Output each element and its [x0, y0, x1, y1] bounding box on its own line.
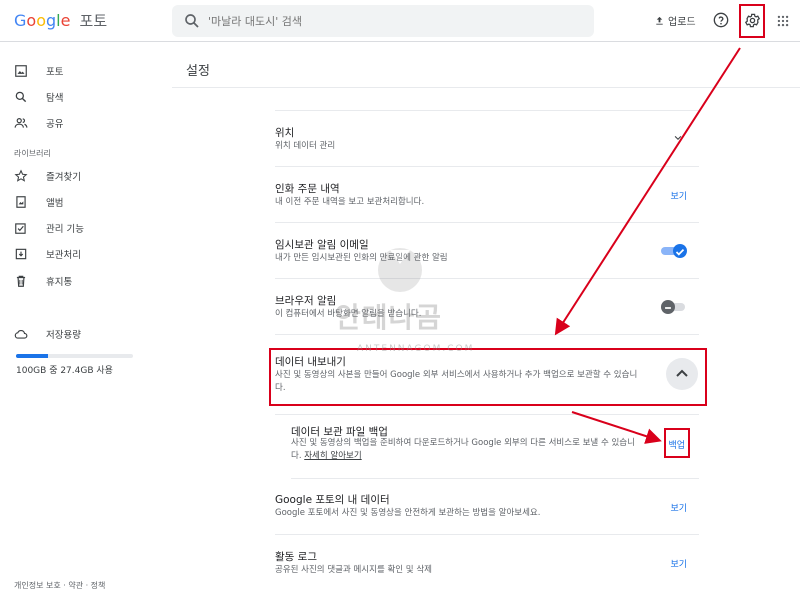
checklist-icon — [15, 223, 26, 234]
check-icon — [675, 249, 685, 256]
sidebar-item-label: 관리 기능 — [46, 224, 84, 235]
scrolled-row — [275, 88, 699, 111]
sidebar-item-label: 즐겨찾기 — [46, 172, 81, 183]
annotation-box-backup — [664, 428, 690, 458]
search-input[interactable] — [208, 11, 568, 31]
settings-row-backup: 데이터 보관 파일 백업 사진 및 동영상의 백업을 준비하여 다운로드하거나 … — [291, 415, 699, 479]
photo-icon — [15, 65, 27, 77]
cloud-icon — [14, 330, 28, 339]
logo-letter: e — [60, 11, 71, 30]
search-icon — [185, 14, 199, 28]
row-description: 내가 만든 임시보관된 인화의 만료일에 관한 알림 — [275, 253, 448, 263]
temp-email-toggle[interactable] — [661, 244, 687, 258]
row-title: 브라우저 알림 — [275, 295, 337, 307]
sidebar-item-photos[interactable]: 포토 — [0, 59, 160, 83]
settings-row-my-data: Google 포토의 내 데이터 Google 포토에서 사진 및 동영상을 안… — [275, 479, 699, 535]
logo-letter: g — [46, 11, 57, 30]
sidebar-item-label: 앨범 — [46, 198, 64, 209]
sidebar-item-storage[interactable]: 저장용량 — [0, 322, 160, 346]
upload-icon — [656, 16, 663, 25]
storage-usage-text: 100GB 중 27.4GB 사용 — [16, 366, 113, 376]
sidebar: 포토 탐색 공유 라이브러리 즐겨찾기 앨범 관리 기능 보관처리 휴지통 저장… — [0, 43, 160, 591]
row-description: 공유된 사진의 댓글과 메시지를 확인 및 삭제 — [275, 565, 432, 575]
view-activity-link[interactable]: 보기 — [670, 557, 687, 570]
browser-alert-toggle[interactable] — [661, 300, 687, 314]
chevron-down-icon[interactable] — [673, 133, 683, 143]
sidebar-item-label: 공유 — [46, 119, 64, 130]
help-icon[interactable] — [713, 12, 729, 28]
row-title: 인화 주문 내역 — [275, 183, 340, 195]
search-box[interactable] — [172, 5, 594, 37]
logo-letter: o — [26, 11, 37, 30]
sidebar-item-label: 탐색 — [46, 93, 64, 104]
row-description: Google 포토에서 사진 및 동영상을 안전하게 보관하는 방법을 알아보세… — [275, 508, 541, 518]
watermark-subtext: ANTENNAGOM.COM — [357, 344, 475, 354]
row-title: 임시보관 알림 이메일 — [275, 239, 369, 251]
sidebar-item-utilities[interactable]: 관리 기능 — [0, 216, 160, 240]
sidebar-item-explore[interactable]: 탐색 — [0, 85, 160, 109]
sidebar-item-favorites[interactable]: 즐겨찾기 — [0, 164, 160, 188]
search-icon — [15, 91, 27, 103]
star-icon — [14, 169, 28, 182]
top-bar: Google 포토 업로드 — [0, 0, 800, 42]
logo-letter: o — [36, 11, 46, 30]
trash-icon — [16, 275, 26, 287]
upload-label: 업로드 — [668, 17, 696, 28]
sidebar-item-label: 휴지통 — [46, 277, 73, 288]
sidebar-item-label: 저장용량 — [46, 330, 81, 341]
settings-row-temp-email: 임시보관 알림 이메일 내가 만든 임시보관된 인화의 만료일에 관한 알림 — [275, 223, 699, 279]
google-photos-logo[interactable]: Google 포토 — [14, 10, 107, 31]
album-icon — [16, 196, 26, 208]
annotation-box-data-export — [269, 348, 707, 406]
archive-icon — [15, 248, 27, 260]
row-description: 사진 및 동영상의 백업을 준비하여 다운로드하거나 Google 외부의 다른… — [291, 437, 641, 463]
sidebar-item-archive[interactable]: 보관처리 — [0, 242, 160, 266]
toggle-knob — [673, 244, 687, 258]
view-orders-link[interactable]: 보기 — [670, 189, 687, 202]
row-title: 위치 — [275, 127, 295, 139]
row-title: 활동 로그 — [275, 551, 317, 563]
library-section-label: 라이브러리 — [14, 149, 51, 158]
storage-progress-bar — [16, 354, 133, 358]
learn-more-link[interactable]: 자세히 알아보기 — [304, 451, 361, 461]
minus-icon — [665, 307, 671, 309]
storage-progress-fill — [16, 354, 49, 358]
product-name: 포토 — [79, 12, 108, 30]
logo-letter: G — [14, 11, 27, 30]
people-icon — [14, 118, 28, 128]
row-description: 위치 데이터 관리 — [275, 141, 336, 151]
settings-row-print-orders: 인화 주문 내역 내 이전 주문 내역을 보고 보관처리합니다. 보기 — [275, 167, 699, 223]
toggle-knob — [661, 300, 675, 314]
footer-links[interactable]: 개인정보 보호 · 약관 · 정책 — [14, 580, 105, 591]
page-title: 설정 — [186, 64, 210, 79]
sidebar-item-trash[interactable]: 휴지통 — [0, 269, 160, 293]
settings-row-activity: 활동 로그 공유된 사진의 댓글과 메시지를 확인 및 삭제 보기 — [275, 535, 699, 591]
row-title: Google 포토의 내 데이터 — [275, 494, 390, 506]
watermark-text: 안테나곰 — [335, 301, 443, 334]
settings-row-location[interactable]: 위치 위치 데이터 관리 — [275, 111, 699, 167]
view-my-data-link[interactable]: 보기 — [670, 501, 687, 514]
apps-grid-icon[interactable] — [776, 14, 790, 28]
sidebar-item-label: 포토 — [46, 67, 64, 78]
row-description: 내 이전 주문 내역을 보고 보관처리합니다. — [275, 197, 425, 207]
sidebar-item-sharing[interactable]: 공유 — [0, 111, 160, 135]
sidebar-item-label: 보관처리 — [46, 250, 81, 261]
sidebar-item-albums[interactable]: 앨범 — [0, 190, 160, 214]
annotation-box-gear — [739, 4, 765, 38]
upload-button[interactable]: 업로드 — [654, 13, 696, 28]
